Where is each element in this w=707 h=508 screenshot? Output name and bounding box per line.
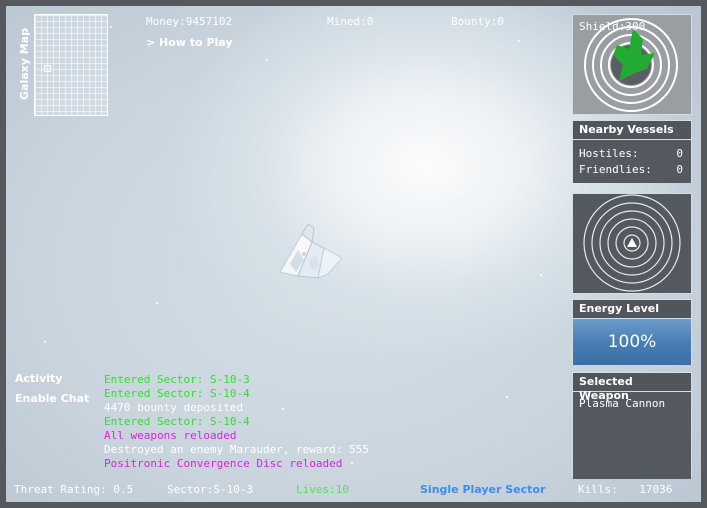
selected-weapon-body: Plasma Cannon: [573, 392, 691, 479]
friendlies-row: Friendlies: 0: [573, 162, 691, 178]
bounty-label: Bounty:: [451, 15, 498, 28]
shield-panel: Shield:300: [572, 14, 692, 115]
star: [110, 26, 112, 28]
log-entry: Entered Sector: S-10-4: [104, 387, 250, 400]
shield-value: 300: [625, 20, 646, 33]
bounty-value: 0: [497, 15, 504, 28]
enable-chat-button[interactable]: Enable Chat: [15, 392, 89, 405]
log-entry: Entered Sector: S-10-4: [104, 415, 250, 428]
log-entry: 4470 bounty deposited: [104, 401, 244, 414]
threat-rating-label: Threat Rating:: [14, 483, 107, 496]
lives-readout: Lives:10: [296, 483, 349, 496]
sector-value: S-10-3: [213, 483, 254, 496]
log-entry: Entered Sector: S-10-3: [104, 373, 250, 386]
log-entry: Positronic Convergence Disc reloaded: [104, 457, 343, 470]
space-viewport[interactable]: Galaxy Map Money:9457102 Mined:0 Bounty:…: [6, 6, 701, 502]
money-label: Money:: [146, 15, 186, 28]
energy-level-title: Energy Level: [573, 300, 691, 319]
kills-value: 17036: [639, 483, 673, 496]
star: [540, 274, 542, 276]
mined-label: Mined:: [327, 15, 367, 28]
hostiles-row: Hostiles: 0: [573, 146, 691, 162]
hostiles-value: 0: [676, 147, 683, 160]
shield-label: Shield:: [579, 20, 626, 33]
energy-level-panel: Energy Level 100%: [572, 299, 692, 365]
selected-weapon-title: Selected Weapon: [573, 373, 691, 402]
threat-rating-value: 0.5: [113, 483, 134, 496]
game-mode-label: Single Player Sector: [420, 483, 546, 496]
radar-icon: [583, 194, 681, 292]
selected-weapon-panel[interactable]: Selected Weapon Plasma Cannon: [572, 372, 692, 479]
selected-weapon-name: Plasma Cannon: [579, 397, 666, 410]
activity-button[interactable]: Activity: [15, 372, 62, 385]
lives-label: Lives:: [296, 483, 336, 496]
how-to-play-link[interactable]: > How to Play: [146, 36, 233, 49]
sector-label: Sector:: [167, 483, 214, 496]
hostiles-label: Hostiles:: [579, 147, 639, 160]
kills-label: Kills:: [578, 483, 618, 496]
star: [156, 302, 158, 304]
friendlies-label: Friendlies:: [579, 163, 652, 176]
galaxy-map-position-marker: [44, 65, 51, 72]
activity-log: Entered Sector: S-10-3 Entered Sector: S…: [104, 373, 369, 471]
galaxy-map-label: Galaxy Map: [18, 28, 31, 100]
star: [461, 192, 463, 194]
mined-readout: Mined:0: [327, 15, 373, 28]
nearby-vessels-title: Nearby Vessels: [573, 121, 691, 140]
sector-readout: Sector:S-10-3: [167, 483, 253, 496]
threat-rating-readout: Threat Rating: 0.5: [14, 483, 133, 496]
star: [266, 59, 268, 61]
star: [44, 341, 46, 343]
star: [518, 40, 520, 42]
kills-readout: Kills: 17036: [578, 483, 672, 496]
money-value: 9457102: [185, 15, 233, 28]
energy-level-bar: 100%: [573, 319, 691, 365]
friendlies-value: 0: [676, 163, 683, 176]
nearby-vessels-panel: Nearby Vessels Hostiles: 0 Friendlies: 0: [572, 120, 692, 183]
log-entry: All weapons reloaded: [104, 429, 237, 442]
star: [506, 396, 508, 398]
log-entry: Destroyed an enemy Marauder, reward: 555: [104, 443, 369, 456]
nearby-vessels-body: Hostiles: 0 Friendlies: 0: [573, 140, 691, 183]
galaxy-map[interactable]: [34, 14, 108, 116]
game-frame: Galaxy Map Money:9457102 Mined:0 Bounty:…: [0, 0, 707, 508]
lives-value: 10: [335, 483, 349, 496]
money-readout: Money:9457102: [146, 15, 232, 28]
bounty-readout: Bounty:0: [451, 15, 504, 28]
mined-value: 0: [366, 15, 374, 28]
shield-readout: Shield:300: [579, 20, 645, 33]
player-ship: [279, 223, 343, 279]
radar-panel: [572, 193, 692, 294]
